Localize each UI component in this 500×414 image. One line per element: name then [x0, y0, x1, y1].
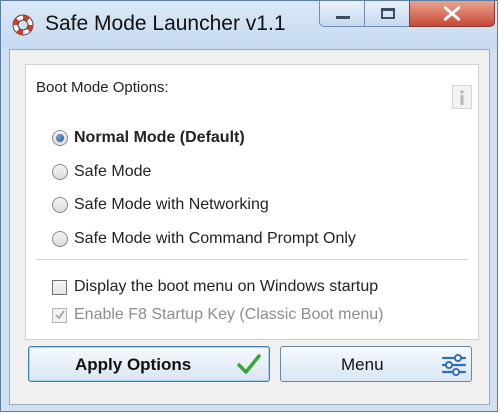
radio-safe-mode[interactable]: Safe Mode	[52, 160, 151, 184]
radio-safe-mode-command-prompt[interactable]: Safe Mode with Command Prompt Only	[52, 227, 356, 251]
radio-label: Normal Mode (Default)	[74, 129, 245, 146]
checkbox-label: Display the boot menu on Windows startup	[74, 278, 379, 295]
radio-safe-mode-networking[interactable]: Safe Mode with Networking	[52, 193, 269, 217]
close-button[interactable]	[409, 1, 495, 27]
checkbox[interactable]	[52, 279, 67, 295]
radio-button-selected[interactable]	[52, 130, 68, 146]
info-icon[interactable]	[452, 85, 472, 109]
checkmark-icon	[55, 309, 65, 319]
minimize-icon	[336, 16, 350, 19]
client-area: Boot Mode Options: Normal Mode (Default)…	[9, 49, 490, 405]
checkbox-enable-f8-key[interactable]: Enable F8 Startup Key (Classic Boot menu…	[52, 303, 383, 327]
menu-label: Menu	[341, 355, 384, 374]
maximize-icon	[381, 8, 395, 19]
green-check-icon	[237, 354, 261, 374]
menu-button[interactable]: Menu	[280, 346, 472, 382]
lifebuoy-icon	[12, 14, 34, 36]
radio-label: Safe Mode	[74, 163, 152, 180]
close-icon	[443, 6, 461, 21]
minimize-button[interactable]	[319, 1, 365, 27]
radio-button[interactable]	[52, 197, 68, 213]
apply-options-button[interactable]: Apply Options	[28, 346, 270, 382]
radio-button[interactable]	[52, 164, 68, 180]
boot-options-panel: Boot Mode Options: Normal Mode (Default)…	[25, 64, 479, 340]
apply-options-label: Apply Options	[75, 355, 192, 374]
checkbox-checked-disabled[interactable]	[52, 307, 67, 323]
maximize-button[interactable]	[364, 1, 410, 27]
sliders-icon	[441, 354, 467, 376]
group-label: Boot Mode Options:	[36, 79, 169, 96]
radio-normal-mode[interactable]: Normal Mode (Default)	[52, 126, 245, 150]
title-bar[interactable]: Safe Mode Launcher v1.1	[1, 1, 497, 49]
separator	[36, 259, 468, 260]
radio-label: Safe Mode with Networking	[74, 196, 269, 213]
radio-button[interactable]	[52, 231, 68, 247]
app-window: Safe Mode Launcher v1.1 Boot Mode Option…	[0, 0, 498, 412]
radio-label: Safe Mode with Command Prompt Only	[74, 230, 356, 247]
checkbox-display-boot-menu[interactable]: Display the boot menu on Windows startup	[52, 275, 378, 299]
checkbox-label: Enable F8 Startup Key (Classic Boot menu…	[74, 306, 384, 323]
window-title: Safe Mode Launcher v1.1	[45, 12, 286, 35]
